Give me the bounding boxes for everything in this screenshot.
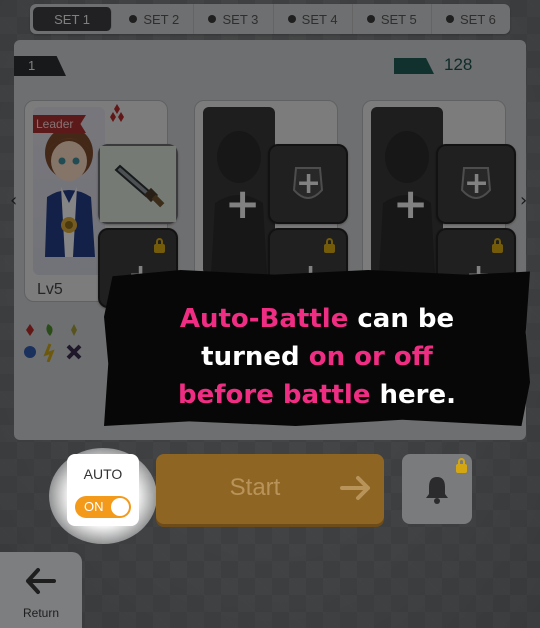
tip-text: turned [201,342,309,372]
return-label: Return [22,606,60,620]
tip-highlight: Auto-Battle [179,304,349,334]
tip-highlight: before battle [177,380,371,410]
tip-highlight: on or off [308,342,433,372]
tip-text: can be [348,304,455,334]
tutorial-tip-text: Auto-Battle can be turned on or off befo… [104,300,530,414]
return-button[interactable]: Return [0,552,82,628]
auto-state: ON [84,499,104,514]
bell-icon [426,477,448,504]
switch-knob [111,498,129,516]
start-label: Start [229,474,281,501]
auto-label: AUTO [83,466,123,482]
lock-icon [456,458,467,473]
notification-button[interactable] [402,454,472,524]
start-arrow-icon [340,476,370,500]
tip-text: here. [370,380,457,410]
return-arrow-icon [26,568,56,594]
auto-battle-toggle[interactable]: AUTO ON [67,454,139,526]
auto-switch[interactable]: ON [75,496,131,518]
start-button[interactable]: Start [156,454,384,524]
